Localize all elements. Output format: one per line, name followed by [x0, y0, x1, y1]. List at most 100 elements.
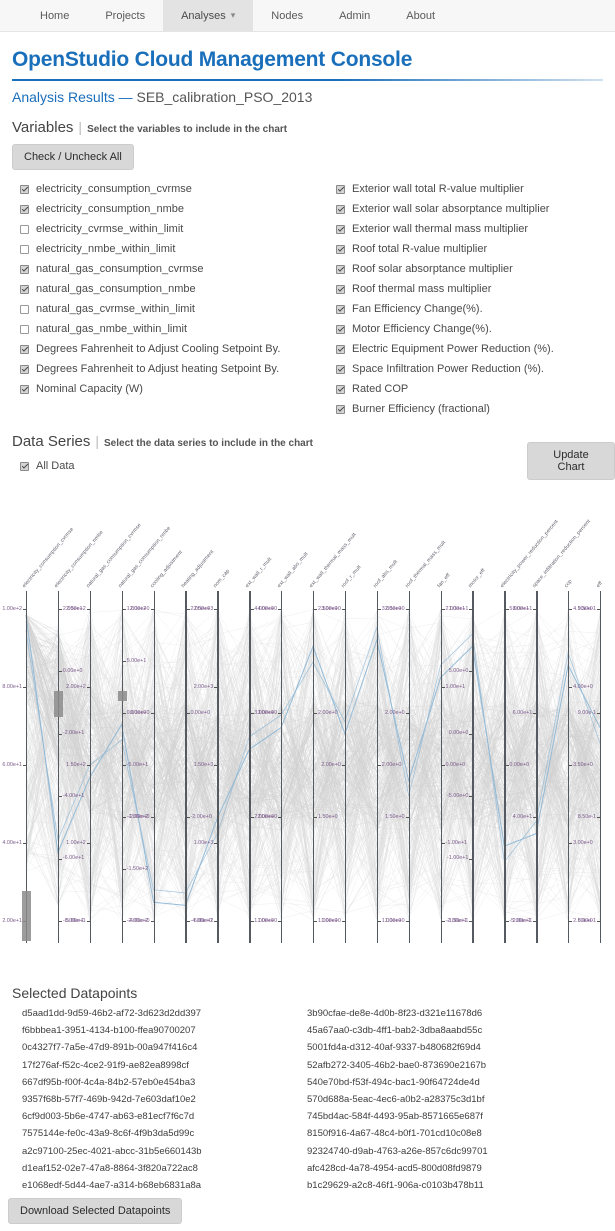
variable-checkbox-label[interactable]: Degrees Fahrenheit to Adjust Cooling Set… [36, 343, 280, 355]
checkbox-checked-icon[interactable] [336, 304, 345, 314]
axis-line-cop[interactable] [568, 591, 570, 943]
variable-checkbox-label[interactable]: natural_gas_consumption_nmbe [36, 283, 196, 295]
axis-line-electricity_power_reduction_percent[interactable] [504, 591, 506, 943]
variable-checkbox-row[interactable]: natural_gas_cvrmse_within_limit [20, 299, 330, 319]
axis-brush-handle[interactable] [22, 891, 31, 941]
datapoint-list-item[interactable]: 17f276af-f52c-4ce2-91f9-ae82ea8998cf [22, 1057, 202, 1074]
datapoint-list-item[interactable]: b1c29629-a2c8-46f1-906a-c0103b478b11 [307, 1177, 488, 1194]
checkbox-unchecked-icon[interactable] [20, 324, 29, 334]
datapoint-list-item[interactable]: 540e70bd-f53f-494c-bac1-90f64724de4d [307, 1074, 488, 1091]
checkbox-checked-icon[interactable] [336, 344, 345, 354]
variable-checkbox-label[interactable]: Roof total R-value multiplier [352, 243, 487, 255]
axis-brush-handle[interactable] [117, 691, 127, 701]
checkbox-checked-icon[interactable] [336, 324, 345, 334]
checkbox-checked-icon[interactable] [336, 364, 345, 374]
variable-checkbox-label[interactable]: electricity_cvrmse_within_limit [36, 223, 183, 235]
variable-checkbox-row[interactable]: Space Infiltration Power Reduction (%). [336, 359, 611, 379]
datapoint-list-item[interactable]: a2c97100-25ec-4021-abcc-31b5e660143b [22, 1143, 202, 1160]
datapoint-list-item[interactable]: 745bd4ac-584f-4493-95ab-8571665e687f [307, 1108, 488, 1125]
datapoint-list-item[interactable]: 92324740-d9ab-4763-a26e-857c6dc99701 [307, 1143, 488, 1160]
datapoint-list-item[interactable]: 45a67aa0-c3db-4ff1-bab2-3dba8aabd55c [307, 1022, 488, 1039]
variable-checkbox-label[interactable]: electricity_consumption_cvrmse [36, 183, 192, 195]
variable-checkbox-row[interactable]: Electric Equipment Power Reduction (%). [336, 339, 611, 359]
variable-checkbox-row[interactable]: natural_gas_consumption_cvrmse [20, 259, 330, 279]
checkbox-checked-icon[interactable] [20, 284, 29, 294]
variable-checkbox-label[interactable]: Rated COP [352, 383, 408, 395]
datapoint-list-item[interactable]: 3b90cfae-de8e-4d0b-8f23-d321e11678d6 [307, 1005, 488, 1022]
variable-checkbox-row[interactable]: Fan Efficiency Change(%). [336, 299, 611, 319]
variable-checkbox-row[interactable]: Degrees Fahrenheit to Adjust Cooling Set… [20, 339, 330, 359]
variable-checkbox-row[interactable]: Roof thermal mass multiplier [336, 279, 611, 299]
variable-checkbox-label[interactable]: Roof solar absorptance multiplier [352, 263, 513, 275]
variable-checkbox-label[interactable]: Motor Efficiency Change(%). [352, 323, 492, 335]
variable-checkbox-row[interactable]: electricity_nmbe_within_limit [20, 239, 330, 259]
variable-checkbox-row[interactable]: electricity_consumption_cvrmse [20, 179, 330, 199]
variable-checkbox-label[interactable]: natural_gas_nmbe_within_limit [36, 323, 187, 335]
checkbox-checked-icon[interactable] [336, 284, 345, 294]
variable-checkbox-row[interactable]: Exterior wall solar absorptance multipli… [336, 199, 611, 219]
variable-checkbox-row[interactable]: electricity_cvrmse_within_limit [20, 219, 330, 239]
datapoint-list-item[interactable]: d1eaf152-02e7-47a8-8864-3f820a722ac8 [22, 1160, 202, 1177]
variable-checkbox-label[interactable]: Exterior wall total R-value multiplier [352, 183, 524, 195]
variable-checkbox-label[interactable]: natural_gas_cvrmse_within_limit [36, 303, 195, 315]
checkbox-checked-icon[interactable] [20, 204, 29, 214]
variable-checkbox-label[interactable]: Roof thermal mass multiplier [352, 283, 491, 295]
checkbox-unchecked-icon[interactable] [20, 224, 29, 234]
datapoint-list-item[interactable]: 667df95b-f00f-4c4a-84b2-57eb0e454ba3 [22, 1074, 202, 1091]
datapoint-list-item[interactable]: 8150f916-4a67-48c4-b0f1-701cd10c08e8 [307, 1125, 488, 1142]
variable-checkbox-label[interactable]: Space Infiltration Power Reduction (%). [352, 363, 544, 375]
checkbox-checked-icon[interactable] [336, 384, 345, 394]
variable-checkbox-row[interactable]: Degrees Fahrenheit to Adjust heating Set… [20, 359, 330, 379]
checkbox-checked-icon[interactable] [20, 184, 29, 194]
variable-checkbox-label[interactable]: Exterior wall solar absorptance multipli… [352, 203, 549, 215]
datapoint-list-item[interactable]: 5001fd4a-d312-40af-9337-b480682f69d4 [307, 1039, 488, 1056]
datapoint-list-item[interactable]: 0c4327f7-7a5e-47d9-891b-00a947f416c4 [22, 1039, 202, 1056]
axis-brush-handle[interactable] [53, 691, 63, 717]
axis-line-natural_gas_consumption_nmbe[interactable] [121, 591, 123, 943]
axis-line-roof_abs_mult[interactable] [376, 591, 379, 943]
nav-item-admin[interactable]: Admin [321, 0, 388, 31]
axis-line-roof_thermal_mass_mult[interactable] [408, 591, 410, 943]
data-series-checkbox-row[interactable]: All Data [20, 456, 615, 476]
axis-line-natural_gas_consumption_cvrmse[interactable] [89, 591, 92, 943]
checkbox-checked-icon[interactable] [336, 204, 345, 214]
datapoint-list-item[interactable]: 7575144e-fe0c-43a9-8c6f-4f9b3da5d99c [22, 1125, 202, 1142]
datapoint-list-item[interactable]: d5aad1dd-9d59-46b2-af72-3d623d2dd397 [22, 1005, 202, 1022]
checkbox-unchecked-icon[interactable] [20, 304, 29, 314]
variable-checkbox-row[interactable]: Exterior wall total R-value multiplier [336, 179, 611, 199]
variable-checkbox-label[interactable]: Fan Efficiency Change(%). [352, 303, 483, 315]
checkbox-checked-icon[interactable] [336, 264, 345, 274]
variable-checkbox-row[interactable]: Exterior wall thermal mass multiplier [336, 219, 611, 239]
variable-checkbox-row[interactable]: Burner Efficiency (fractional) [336, 399, 611, 419]
checkbox-checked-icon[interactable] [20, 461, 29, 471]
datapoint-list-item[interactable]: e1068edf-5d44-4ae7-a314-b68eb6831a8a [22, 1177, 202, 1194]
variable-checkbox-row[interactable]: Roof solar absorptance multiplier [336, 259, 611, 279]
checkbox-checked-icon[interactable] [20, 344, 29, 354]
variable-checkbox-row[interactable]: Rated COP [336, 379, 611, 399]
chart-plot-area[interactable]: 1.00e+2 8.00e+1 6.00e+1 4.00e+1 2.00e+1 2.00e… [0, 591, 615, 951]
axis-line-ext_wall_abs_mult[interactable] [281, 591, 283, 943]
axis-line-space_infiltration_reduction_percent[interactable] [536, 591, 538, 943]
checkbox-checked-icon[interactable] [20, 364, 29, 374]
checkbox-checked-icon[interactable] [336, 224, 345, 234]
datapoint-list-item[interactable]: f6bbbea1-3951-4134-b100-ffea90700207 [22, 1022, 202, 1039]
variable-checkbox-label[interactable]: electricity_consumption_nmbe [36, 203, 184, 215]
datapoint-list-item[interactable]: 6cf9d003-5b6e-4747-ab63-e81ecf7f6c7d [22, 1108, 202, 1125]
variable-checkbox-row[interactable]: Nominal Capacity (W) [20, 379, 330, 399]
nav-item-analyses[interactable]: Analyses ▾ [163, 0, 254, 31]
variable-checkbox-row[interactable]: Motor Efficiency Change(%). [336, 319, 611, 339]
variable-checkbox-row[interactable]: natural_gas_consumption_nmbe [20, 279, 330, 299]
axis-line-eff[interactable] [600, 591, 602, 943]
nav-item-home[interactable]: Home [22, 0, 87, 31]
axis-line-nom_cap[interactable] [217, 591, 219, 943]
datapoint-list-item[interactable]: 52afb272-3405-46b2-bae0-873690e2167b [307, 1057, 488, 1074]
axis-line-roof_r_mult[interactable] [344, 591, 347, 943]
check-uncheck-all-button[interactable]: Check / Uncheck All [12, 144, 134, 170]
download-selected-datapoints-button[interactable]: Download Selected Datapoints [8, 1198, 183, 1224]
checkbox-checked-icon[interactable] [336, 244, 345, 254]
variable-checkbox-label[interactable]: Electric Equipment Power Reduction (%). [352, 343, 554, 355]
checkbox-checked-icon[interactable] [20, 264, 29, 274]
datapoint-list-item[interactable]: afc428cd-4a78-4954-acd5-800d08fd9879 [307, 1160, 488, 1177]
variable-checkbox-label[interactable]: Degrees Fahrenheit to Adjust heating Set… [36, 363, 279, 375]
nav-item-about[interactable]: About [388, 0, 453, 31]
